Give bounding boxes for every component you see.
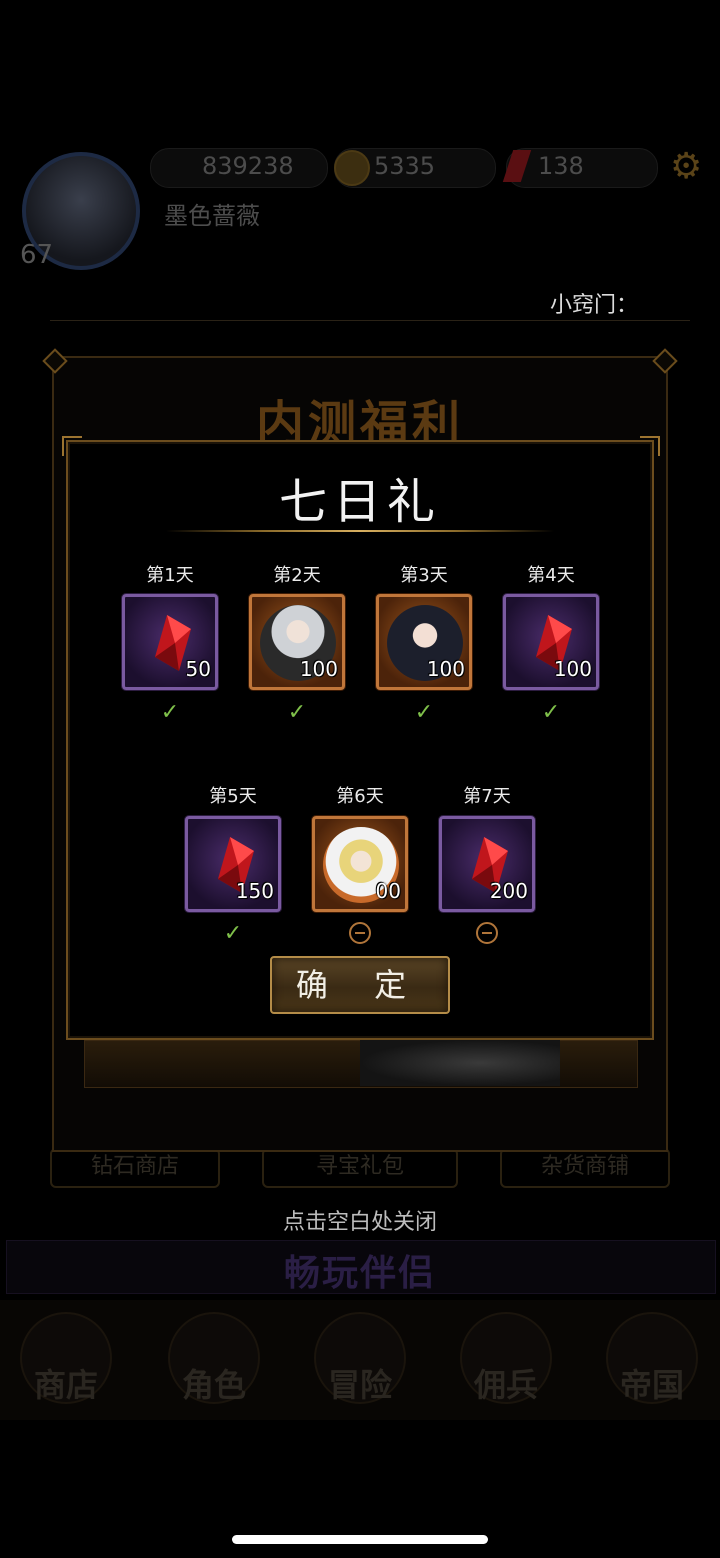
gear-icon[interactable]: ⚙ <box>670 146 702 187</box>
reward-tile-day3[interactable]: 100 <box>376 594 472 690</box>
day-label: 第1天 <box>146 565 194 586</box>
claimed-check-icon: ✓ <box>223 921 243 946</box>
pending-icon <box>476 922 498 944</box>
day-label: 第2天 <box>273 565 321 586</box>
banner-text: 畅玩伴侣 <box>283 1253 436 1294</box>
nav-label: 佣兵 <box>473 1366 538 1404</box>
claimed-check-icon: ✓ <box>160 700 180 725</box>
nav-shop[interactable]: 商店 <box>16 1312 116 1406</box>
reward-count: 100 <box>426 657 465 681</box>
reward-tile-day2[interactable]: 100 <box>249 594 345 690</box>
tips-label: 小窍门： <box>550 293 639 318</box>
reward-tile-day5[interactable]: 150 <box>185 816 281 912</box>
reward-count: 200 <box>489 879 528 903</box>
day-label: 第3天 <box>400 565 448 586</box>
reward-count: 00 <box>375 879 401 903</box>
reward-count: 100 <box>553 657 592 681</box>
nav-label: 冒险 <box>327 1366 392 1404</box>
day-label: 第4天 <box>527 565 575 586</box>
nav-empire[interactable]: 帝国 <box>602 1312 702 1406</box>
reward-tile-day6[interactable]: 00 <box>312 816 408 912</box>
home-indicator[interactable] <box>232 1535 488 1544</box>
nav-label: 角色 <box>181 1366 246 1404</box>
tab-treasure-pack[interactable]: 寻宝礼包 <box>262 1148 458 1188</box>
corner-ornament <box>62 436 82 456</box>
title-divider <box>166 530 554 532</box>
close-hint[interactable]: 点击空白处关闭 <box>0 1204 720 1236</box>
divider <box>50 320 690 321</box>
nav-label: 帝国 <box>619 1366 684 1404</box>
reward-tile-day7[interactable]: 200 <box>439 816 535 912</box>
nav-label: 商店 <box>33 1366 98 1404</box>
coin-icon <box>334 150 370 186</box>
tab-diamond-shop[interactable]: 钻石商店 <box>50 1148 220 1188</box>
nav-mercenaries[interactable]: 佣兵 <box>456 1312 556 1406</box>
reward-count: 150 <box>235 879 274 903</box>
player-level: 67 <box>20 240 54 270</box>
nav-characters[interactable]: 角色 <box>164 1312 264 1406</box>
confirm-button[interactable]: 确 定 <box>270 956 450 1014</box>
pending-icon <box>349 922 371 944</box>
character-art <box>360 1040 560 1086</box>
coin-amount: 5335 <box>374 152 436 180</box>
dialog-title: 七日礼 <box>278 474 441 530</box>
claimed-check-icon: ✓ <box>287 700 307 725</box>
claimed-check-icon: ✓ <box>541 700 561 725</box>
day-label: 第7天 <box>463 786 511 807</box>
corner-ornament <box>640 436 660 456</box>
reward-count: 100 <box>299 657 338 681</box>
day-label: 第5天 <box>209 786 257 807</box>
reward-tile-day4[interactable]: 100 <box>503 594 599 690</box>
claimed-check-icon: ✓ <box>414 700 434 725</box>
day-label: 第6天 <box>336 786 384 807</box>
reward-count: 50 <box>185 657 211 681</box>
gold-amount: 839238 <box>202 152 294 180</box>
player-name: 墨色蔷薇 <box>164 202 260 230</box>
tab-general-store[interactable]: 杂货商铺 <box>500 1148 670 1188</box>
gem-amount: 138 <box>538 152 584 180</box>
nav-adventure[interactable]: 冒险 <box>310 1312 410 1406</box>
reward-tile-day1[interactable]: 50 <box>122 594 218 690</box>
